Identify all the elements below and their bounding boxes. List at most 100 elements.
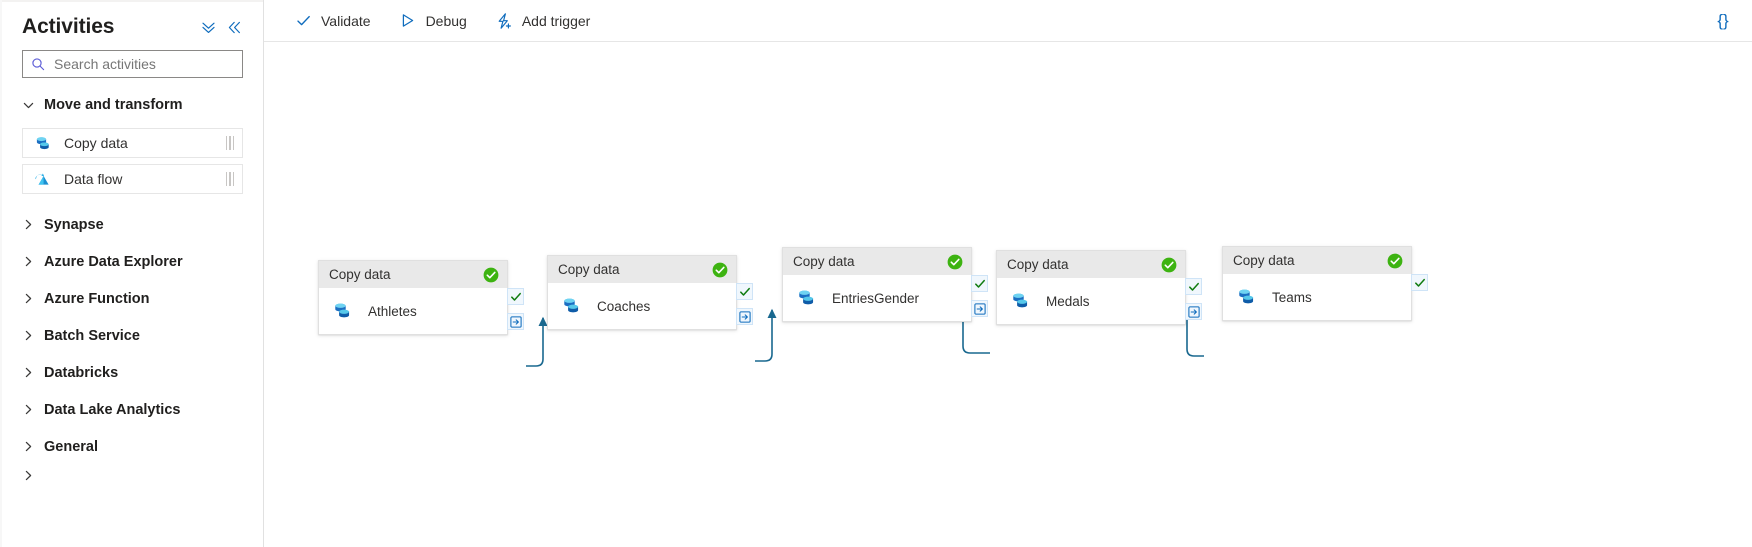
search-box[interactable] [22, 50, 243, 78]
validate-button-label: Validate [321, 12, 371, 29]
pipeline-node-medals[interactable]: Copy data Medals [996, 250, 1202, 325]
sidebar-group-move-and-transform[interactable]: Move and transform [0, 88, 263, 122]
sidebar-category-label: Synapse [44, 216, 104, 233]
search-icon [31, 57, 45, 71]
pipeline-node-entriesgender[interactable]: Copy data EntriesGender [782, 247, 988, 322]
sidebar-category-label: Batch Service [44, 327, 140, 344]
output-handle-completion[interactable] [736, 308, 753, 325]
output-handle-success[interactable] [1185, 278, 1202, 295]
sidebar-category-label: Azure Data Explorer [44, 253, 183, 270]
edge-athletes-to-coaches [526, 316, 548, 367]
pipeline-main-area: Validate Debug Add trigger {} Copy data … [264, 0, 1752, 547]
status-badge-succeeded [947, 254, 963, 270]
status-badge-succeeded [483, 267, 499, 283]
pipeline-canvas[interactable]: Copy data Athletes Copy data Coaches Cop… [264, 42, 1752, 547]
node-name-label: Teams [1272, 289, 1312, 305]
sidebar-category-label: Data Lake Analytics [44, 401, 181, 418]
activity-item-copy-data[interactable]: Copy data [22, 128, 243, 158]
node-name-label: Athletes [368, 303, 417, 319]
chevron-right-icon [22, 292, 40, 305]
data-flow-icon [33, 170, 55, 189]
node-body: Coaches [548, 283, 736, 329]
sidebar-category-data-lake-analytics[interactable]: Data Lake Analytics [0, 391, 263, 428]
node-header: Copy data [1223, 247, 1411, 274]
node-header: Copy data [319, 261, 507, 288]
chevron-right-icon [22, 329, 40, 342]
output-handle-success[interactable] [1411, 274, 1428, 291]
sidebar-category-partially-visible[interactable] [0, 465, 263, 485]
sidebar-category-general[interactable]: General [0, 428, 263, 465]
sidebar-category-label: Azure Function [44, 290, 150, 307]
lightning-plus-icon [495, 12, 513, 30]
search-container [0, 46, 263, 78]
sidebar-category-synapse[interactable]: Synapse [0, 206, 263, 243]
pipeline-editor: Activities Search activities Move and tr… [0, 0, 1752, 547]
output-handle-completion[interactable] [507, 313, 524, 330]
edge-coaches-to-entriesgender [755, 308, 777, 362]
node-header: Copy data [997, 251, 1185, 278]
node-type-label: Copy data [558, 262, 620, 277]
copy-data-icon [795, 287, 819, 309]
output-handle-success[interactable] [507, 288, 524, 305]
page-title: Activities [22, 15, 115, 38]
sidebar-left-rail [0, 0, 2, 547]
chevron-right-icon [22, 440, 40, 453]
sidebar-category-label: General [44, 438, 98, 455]
chevron-down-icon [22, 99, 40, 112]
node-type-label: Copy data [1233, 253, 1295, 268]
output-handle-completion[interactable] [971, 300, 988, 317]
debug-button-label: Debug [425, 12, 467, 29]
output-handle-completion[interactable] [1185, 303, 1202, 320]
output-handle-success[interactable] [971, 275, 988, 292]
activity-item-label: Data flow [64, 171, 123, 187]
node-body: EntriesGender [783, 275, 971, 321]
pipeline-toolbar: Validate Debug Add trigger {} [264, 0, 1752, 42]
copy-data-icon [1009, 290, 1033, 312]
chevron-right-icon [22, 255, 40, 268]
sidebar-category-batch-service[interactable]: Batch Service [0, 317, 263, 354]
node-type-label: Copy data [1007, 257, 1069, 272]
chevron-right-icon [22, 403, 40, 416]
activity-item-label: Copy data [64, 135, 128, 151]
checkmark-icon [294, 12, 312, 30]
debug-button[interactable]: Debug [389, 6, 477, 36]
node-header: Copy data [548, 256, 736, 283]
activities-sidebar: Activities Search activities Move and tr… [0, 0, 264, 547]
copy-data-icon [1235, 286, 1259, 308]
drag-handle-icon[interactable] [225, 172, 234, 186]
play-triangle-icon [399, 12, 417, 30]
node-header: Copy data [783, 248, 971, 275]
activity-item-data-flow[interactable]: Data flow [22, 164, 243, 194]
sidebar-category-azure-data-explorer[interactable]: Azure Data Explorer [0, 243, 263, 280]
collapse-pane-icon[interactable] [221, 14, 247, 40]
pipeline-node-athletes[interactable]: Copy data Athletes [318, 260, 524, 335]
node-body: Medals [997, 278, 1185, 324]
code-view-button[interactable]: {} [1708, 6, 1738, 36]
status-badge-succeeded [712, 262, 728, 278]
status-badge-succeeded [1387, 253, 1403, 269]
sidebar-category-azure-function[interactable]: Azure Function [0, 280, 263, 317]
copy-data-icon [331, 300, 355, 322]
copy-data-icon [560, 295, 584, 317]
node-body: Athletes [319, 288, 507, 334]
search-input[interactable] [52, 55, 237, 73]
copy-data-icon [33, 134, 55, 153]
sidebar-group-label: Move and transform [44, 97, 183, 113]
node-name-label: Coaches [597, 298, 651, 314]
node-type-label: Copy data [329, 267, 391, 282]
chevron-right-icon [22, 469, 40, 482]
add-trigger-button[interactable]: Add trigger [485, 6, 600, 36]
node-name-label: EntriesGender [832, 290, 920, 306]
chevron-right-icon [22, 218, 40, 231]
node-name-label: Medals [1046, 293, 1090, 309]
pipeline-node-teams[interactable]: Copy data Teams [1222, 246, 1428, 321]
sidebar-category-label: Databricks [44, 364, 119, 381]
sidebar-top-divider [0, 0, 263, 2]
chevron-right-icon [22, 366, 40, 379]
drag-handle-icon[interactable] [225, 136, 234, 150]
pipeline-node-coaches[interactable]: Copy data Coaches [547, 255, 753, 330]
collapse-all-icon[interactable] [195, 14, 221, 40]
sidebar-category-databricks[interactable]: Databricks [0, 354, 263, 391]
output-handle-success[interactable] [736, 283, 753, 300]
validate-button[interactable]: Validate [284, 6, 381, 36]
